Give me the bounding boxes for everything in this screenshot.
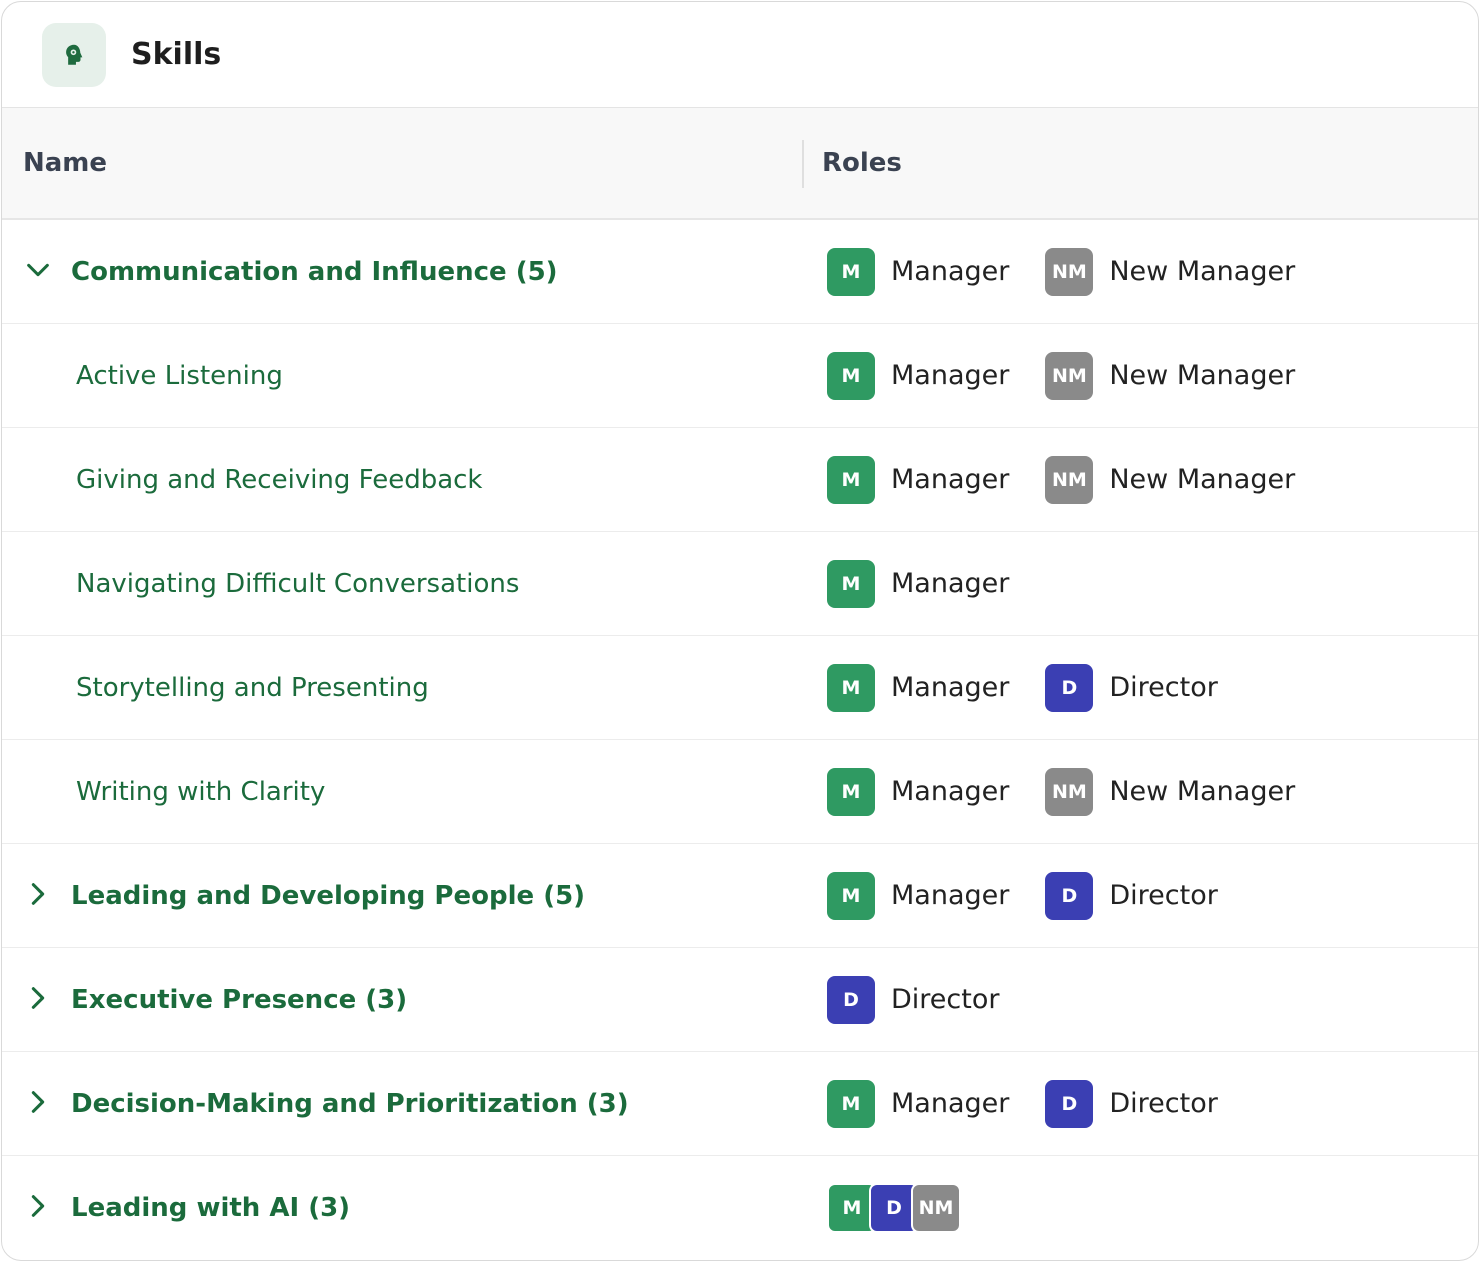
table-header: Name Roles	[2, 108, 1478, 220]
table-row[interactable]: Active Listening M Manager NM New Manager	[2, 324, 1478, 428]
skill-group-link[interactable]: Decision-Making and Prioritization (3)	[71, 1052, 629, 1155]
role-label: Director	[1109, 672, 1218, 703]
roles-cell: M D NM	[827, 1156, 961, 1259]
skill-group-link[interactable]: Executive Presence (3)	[71, 948, 407, 1051]
skill-link[interactable]: Storytelling and Presenting	[76, 636, 429, 739]
table-row[interactable]: Executive Presence (3) D Director	[2, 948, 1478, 1052]
table-row[interactable]: Storytelling and Presenting M Manager D Dire…	[2, 636, 1478, 740]
role-chip-director: D Director	[1045, 871, 1218, 920]
table-row[interactable]: Giving and Receiving Feedback M Manager NM N…	[2, 428, 1478, 532]
role-badge-director: D	[827, 975, 875, 1024]
table-row[interactable]: Leading and Developing People (5) M Manage…	[2, 844, 1478, 948]
role-chip-director: D Director	[827, 975, 1000, 1024]
roles-cell: D Director	[827, 948, 1035, 1051]
role-badge-manager: M	[827, 767, 875, 816]
skill-link[interactable]: Giving and Receiving Feedback	[76, 428, 483, 531]
column-header-roles[interactable]: Roles	[822, 108, 902, 218]
role-badge-manager: M	[827, 871, 875, 920]
role-label: Manager	[891, 256, 1010, 287]
skill-link[interactable]: Writing with Clarity	[76, 740, 325, 843]
role-chip-director: D Director	[1045, 663, 1218, 712]
role-chip-new-manager: NM New Manager	[1045, 767, 1296, 816]
role-label: New Manager	[1109, 256, 1296, 287]
roles-cell: M Manager NM New Manager	[827, 324, 1331, 427]
role-label: Manager	[891, 1088, 1010, 1119]
role-badge-manager: M	[827, 351, 875, 400]
role-chip-new-manager: NM New Manager	[1045, 247, 1296, 296]
role-chip-new-manager: NM New Manager	[1045, 455, 1296, 504]
column-divider[interactable]	[802, 140, 804, 188]
roles-cell: M Manager NM New Manager	[827, 740, 1331, 843]
role-label: Director	[891, 984, 1000, 1015]
role-badge-new-manager: NM	[1045, 351, 1094, 400]
role-label: Director	[1109, 880, 1218, 911]
role-badge-director: D	[1045, 1079, 1094, 1128]
role-avatar-stack[interactable]: M D NM	[827, 1182, 961, 1233]
role-badge-manager: M	[827, 1079, 875, 1128]
column-header-name[interactable]: Name	[23, 108, 107, 218]
role-badge-new-manager: NM	[1045, 767, 1094, 816]
role-chip-manager: M Manager	[827, 663, 1010, 712]
chevron-right-icon[interactable]	[24, 984, 52, 1012]
roles-cell: M Manager D Director	[827, 1052, 1254, 1155]
role-badge-new-manager: NM	[1045, 455, 1094, 504]
role-label: Manager	[891, 880, 1010, 911]
role-chip-manager: M Manager	[827, 1079, 1010, 1128]
role-badge-manager: M	[827, 247, 875, 296]
role-badge-new-manager: NM	[911, 1182, 961, 1233]
role-label: Manager	[891, 464, 1010, 495]
role-label: Manager	[891, 672, 1010, 703]
chevron-right-icon[interactable]	[24, 1088, 52, 1116]
role-chip-director: D Director	[1045, 1079, 1218, 1128]
skill-group-link[interactable]: Communication and Influence (5)	[71, 220, 558, 323]
chevron-right-icon[interactable]	[24, 880, 52, 908]
card-header: Skills	[2, 2, 1478, 108]
role-badge-new-manager: NM	[1045, 247, 1094, 296]
page-title: Skills	[131, 37, 222, 72]
role-chip-manager: M Manager	[827, 247, 1010, 296]
role-label: New Manager	[1109, 360, 1296, 391]
table-row[interactable]: Communication and Influence (5) M Manager N…	[2, 220, 1478, 324]
role-chip-new-manager: NM New Manager	[1045, 351, 1296, 400]
role-badge-manager: M	[827, 559, 875, 608]
table-row[interactable]: Leading with AI (3) M D NM	[2, 1156, 1478, 1259]
role-badge-director: D	[1045, 663, 1094, 712]
role-chip-manager: M Manager	[827, 455, 1010, 504]
role-label: Manager	[891, 568, 1010, 599]
role-label: New Manager	[1109, 776, 1296, 807]
table-row[interactable]: Decision-Making and Prioritization (3) M M…	[2, 1052, 1478, 1156]
chevron-down-icon[interactable]	[24, 256, 52, 284]
skill-group-link[interactable]: Leading and Developing People (5)	[71, 844, 585, 947]
roles-cell: M Manager D Director	[827, 844, 1254, 947]
skills-card: Skills Name Roles Communication and Infl…	[1, 1, 1479, 1261]
head-gear-icon	[42, 22, 106, 87]
roles-cell: M Manager NM New Manager	[827, 220, 1331, 323]
roles-cell: M Manager D Director	[827, 636, 1254, 739]
role-badge-manager: M	[827, 455, 875, 504]
role-chip-manager: M Manager	[827, 559, 1010, 608]
role-badge-manager: M	[827, 663, 875, 712]
skill-link[interactable]: Navigating Difficult Conversations	[76, 532, 519, 635]
table-row[interactable]: Writing with Clarity M Manager NM New Manage…	[2, 740, 1478, 844]
role-chip-manager: M Manager	[827, 767, 1010, 816]
role-label: Director	[1109, 1088, 1218, 1119]
table-row[interactable]: Navigating Difficult Conversations M Manag…	[2, 532, 1478, 636]
role-label: Manager	[891, 776, 1010, 807]
roles-cell: M Manager	[827, 532, 1045, 635]
role-chip-manager: M Manager	[827, 351, 1010, 400]
skill-group-link[interactable]: Leading with AI (3)	[71, 1156, 350, 1259]
role-badge-director: D	[1045, 871, 1094, 920]
role-chip-manager: M Manager	[827, 871, 1010, 920]
role-label: Manager	[891, 360, 1010, 391]
table-body: Communication and Influence (5) M Manager N…	[2, 220, 1478, 1259]
roles-cell: M Manager NM New Manager	[827, 428, 1331, 531]
role-label: New Manager	[1109, 464, 1296, 495]
chevron-right-icon[interactable]	[24, 1192, 52, 1220]
skill-link[interactable]: Active Listening	[76, 324, 283, 427]
